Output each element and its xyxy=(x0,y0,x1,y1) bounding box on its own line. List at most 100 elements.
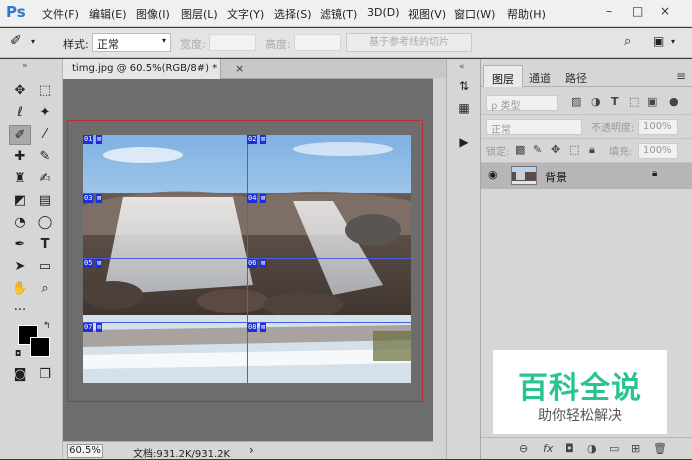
slice-number-badge[interactable]: 04 xyxy=(247,194,258,203)
delete-layer-icon[interactable]: 🗑︎ xyxy=(653,442,667,455)
zoom-tool-icon[interactable]: ⌕ xyxy=(34,279,56,299)
screen-mode-icon[interactable]: ❐ xyxy=(34,365,56,385)
adjustment-layer-icon[interactable]: ◑ xyxy=(587,442,597,455)
slice-number-badge[interactable]: 05 xyxy=(83,259,94,268)
slice-number-badge[interactable]: 06 xyxy=(247,259,258,268)
visibility-eye-icon[interactable]: ◉ xyxy=(488,168,498,181)
search-icon[interactable]: ⌕ xyxy=(624,34,631,49)
filter-adjustment-icon[interactable]: ◑ xyxy=(591,95,601,108)
lock-artboard-icon[interactable]: ⬚ xyxy=(569,143,579,156)
panel-menu-icon[interactable]: ≡ xyxy=(676,69,686,83)
status-menu-arrow-icon[interactable]: › xyxy=(249,443,254,457)
menu-file[interactable]: 文件(F) xyxy=(42,6,79,22)
chevron-down-icon[interactable]: ▾ xyxy=(31,37,35,46)
magic-wand-icon[interactable]: ✦ xyxy=(34,103,56,123)
zoom-level-field[interactable]: 60.5% xyxy=(67,444,103,458)
filter-pixel-icon[interactable]: ▨ xyxy=(571,95,581,108)
menu-filter[interactable]: 滤镜(T) xyxy=(320,6,357,22)
properties-panel-icon[interactable]: ▦ xyxy=(454,101,474,119)
rectangle-tool-icon[interactable]: ▭ xyxy=(34,257,56,277)
healing-brush-icon[interactable]: ✚ xyxy=(9,147,31,167)
layer-row-background[interactable]: ◉ 背景 🔒︎ xyxy=(481,163,692,189)
chevron-down-icon[interactable]: ▾ xyxy=(671,37,675,46)
filter-smart-object-icon[interactable]: ▣ xyxy=(647,95,657,108)
history-panel-icon[interactable]: ⇅ xyxy=(454,79,474,97)
menu-3d[interactable]: 3D(D) xyxy=(367,6,400,19)
actions-panel-icon[interactable]: ▶ xyxy=(454,135,474,153)
slices-from-guides-button[interactable]: 基于参考线的切片 xyxy=(346,33,472,52)
close-window-button[interactable]: × xyxy=(660,4,670,18)
brush-tool-icon[interactable]: ✎ xyxy=(34,147,56,167)
quick-mask-icon[interactable]: ◙ xyxy=(9,365,31,385)
eraser-tool-icon[interactable]: ◩ xyxy=(9,191,31,211)
blur-tool-icon[interactable]: ◔ xyxy=(9,213,31,233)
type-tool-icon[interactable]: T xyxy=(34,235,56,255)
tab-paths[interactable]: 路径 xyxy=(557,65,595,87)
lock-transparency-icon[interactable]: ▩ xyxy=(515,143,525,156)
lasso-tool-icon[interactable]: ℓ xyxy=(9,103,31,123)
opacity-field[interactable]: 100% xyxy=(638,119,678,135)
fill-field[interactable]: 100% xyxy=(638,143,678,159)
lock-all-icon[interactable]: 🔒︎ xyxy=(589,143,595,157)
layer-style-fx-icon[interactable]: fx xyxy=(543,442,553,455)
vertical-scrollbar[interactable] xyxy=(433,78,446,459)
move-tool-icon[interactable]: ✥ xyxy=(9,81,31,101)
canvas-image[interactable]: 01 ⊠ 02 ⊠ 03 ⊠ 04 ⊠ 05 ⊠ 06 ⊠ 07 ⊠ 08 ⊠ xyxy=(83,135,411,383)
minimize-button[interactable]: – xyxy=(606,4,612,18)
slice-number-badge[interactable]: 01 xyxy=(83,135,94,144)
style-select[interactable]: 正常 ▾ xyxy=(92,33,171,52)
menu-image[interactable]: 图像(I) xyxy=(136,6,170,22)
layer-filter-select[interactable]: ρ 类型 xyxy=(486,95,558,112)
menu-type[interactable]: 文字(Y) xyxy=(227,6,264,22)
collapse-icon[interactable]: » xyxy=(22,61,28,71)
add-mask-icon[interactable]: ◘ xyxy=(565,442,574,455)
swap-colors-icon[interactable]: ↰ xyxy=(43,321,51,331)
menu-layer[interactable]: 图层(L) xyxy=(181,6,218,22)
blend-opacity-row: 正常 不透明度: 100% xyxy=(481,115,692,139)
layer-name[interactable]: 背景 xyxy=(545,169,567,185)
menu-window[interactable]: 窗口(W) xyxy=(454,6,495,22)
default-colors-icon[interactable]: ◘ xyxy=(15,349,21,358)
width-field[interactable] xyxy=(209,34,256,51)
slice-number-badge[interactable]: 08 xyxy=(247,323,258,332)
slice-number-badge[interactable]: 07 xyxy=(83,323,94,332)
pen-tool-icon[interactable]: ✒ xyxy=(9,235,31,255)
background-color-swatch[interactable] xyxy=(30,337,50,357)
new-group-icon[interactable]: ▭ xyxy=(609,442,619,455)
menu-select[interactable]: 选择(S) xyxy=(274,6,312,22)
link-layers-icon[interactable]: ⊖ xyxy=(519,442,528,455)
slice-tool-preset-icon[interactable]: ✐ xyxy=(10,33,22,49)
gradient-tool-icon[interactable]: ▤ xyxy=(34,191,56,211)
stamp-tool-icon[interactable]: ♜ xyxy=(9,169,31,189)
slice-number-badge[interactable]: 02 xyxy=(247,135,258,144)
menu-view[interactable]: 视图(V) xyxy=(408,6,446,22)
dodge-tool-icon[interactable]: ◯ xyxy=(34,213,56,233)
slice-number-badge[interactable]: 03 xyxy=(83,194,94,203)
maximize-button[interactable]: □ xyxy=(632,4,643,18)
eyedropper-icon[interactable]: ⁄ xyxy=(34,125,56,145)
path-selection-icon[interactable]: ➤ xyxy=(9,257,31,277)
document-tab[interactable]: timg.jpg @ 60.5%(RGB/8#) * xyxy=(63,59,221,79)
collapse-icon[interactable]: « xyxy=(459,62,465,72)
filter-type-icon[interactable]: T xyxy=(611,95,619,108)
lock-pixels-icon[interactable]: ✎ xyxy=(533,143,542,156)
blend-mode-select[interactable]: 正常 xyxy=(486,119,582,136)
height-field[interactable] xyxy=(294,34,341,51)
tab-channels[interactable]: 通道 xyxy=(521,65,559,87)
marquee-tool-icon[interactable]: ⬚ xyxy=(34,81,56,101)
more-tools-icon[interactable]: ··· xyxy=(9,301,31,321)
history-brush-icon[interactable]: ✍ xyxy=(34,169,56,189)
menu-bar: Ps 文件(F) 编辑(E) 图像(I) 图层(L) 文字(Y) 选择(S) 滤… xyxy=(0,0,692,27)
lock-position-icon[interactable]: ✥ xyxy=(551,143,560,156)
options-bar: ✐ ▾ 样式: 正常 ▾ 宽度: 高度: 基于参考线的切片 ⌕ ▣ ▾ xyxy=(0,28,692,58)
new-layer-icon[interactable]: ⊞ xyxy=(631,442,640,455)
menu-help[interactable]: 帮助(H) xyxy=(507,6,546,22)
menu-edit[interactable]: 编辑(E) xyxy=(89,6,127,22)
hand-tool-icon[interactable]: ✋ xyxy=(9,279,31,299)
slice-tool-icon[interactable]: ✐ xyxy=(9,125,31,145)
filter-toggle-icon[interactable]: ● xyxy=(669,95,679,108)
close-icon[interactable]: × xyxy=(235,62,244,75)
filter-shape-icon[interactable]: ⬚ xyxy=(629,95,639,108)
workspace-icon[interactable]: ▣ xyxy=(653,34,664,48)
tab-layers[interactable]: 图层 xyxy=(483,65,523,87)
